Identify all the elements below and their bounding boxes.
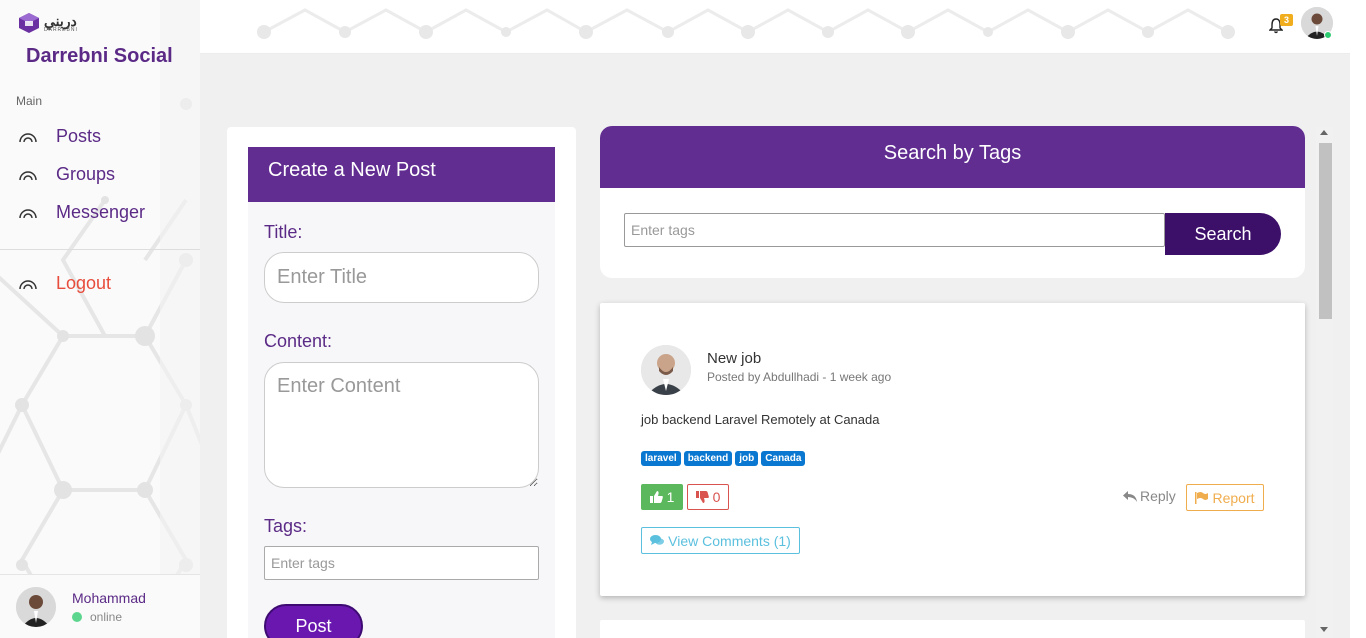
avatar[interactable] [641,345,691,395]
scrollbar-thumb[interactable] [1319,143,1332,319]
sidebar-item-messenger[interactable]: Messenger [18,202,145,223]
dislike-button[interactable]: 0 [687,484,729,510]
create-post-card: Create a New Post Title: Content: Tags: … [227,127,576,638]
post-meta: Posted by Abdullhadi - 1 week ago [707,370,892,384]
user-name: Mohammad [72,590,146,606]
window-edge [1350,0,1366,638]
online-status-dot [72,612,82,622]
post-tags: laravel backend job Canada [641,451,806,466]
avatar[interactable] [16,587,56,627]
person-avatar-icon [16,587,56,627]
wifi-arc-icon [19,208,37,218]
title-input[interactable] [264,252,539,303]
tag-badge[interactable]: Canada [761,451,806,466]
search-button[interactable]: Search [1165,213,1281,255]
post-title[interactable]: New job [707,350,761,367]
view-comments-label: View Comments (1) [668,532,791,549]
top-navbar: 3 [200,0,1366,54]
post-content: job backend Laravel Remotely at Canada [641,412,880,427]
user-status: online [72,610,122,624]
post-card: New job Posted by Abdullhadi - 1 week ag… [600,303,1305,596]
wifi-arc-icon [19,279,37,289]
content-textarea[interactable] [264,362,539,488]
scroll-up-arrow-icon[interactable] [1320,130,1328,135]
brand-title[interactable]: Darrebni Social [26,45,173,68]
report-label: Report [1212,489,1255,506]
online-status-dot [1324,31,1332,39]
search-header: Search by Tags [600,126,1305,188]
create-post-header: Create a New Post [248,147,555,202]
dislike-count: 0 [712,489,721,505]
notification-badge: 3 [1280,14,1293,26]
logout-label: Logout [56,273,112,293]
thumbs-up-icon [649,491,663,503]
logo-arabic-text: دربني [44,12,77,29]
report-button[interactable]: Report [1186,484,1264,511]
title-label: Title: [264,222,303,242]
like-button[interactable]: 1 [641,484,683,510]
sidebar-user-panel: Mohammad online [0,574,200,638]
sidebar-item-logout[interactable]: Logout [18,273,111,294]
tag-badge[interactable]: job [735,451,759,466]
flag-icon [1195,491,1209,504]
content-label: Content: [264,331,333,351]
comments-icon [650,535,665,545]
user-status-text: online [90,610,123,624]
tags-input[interactable] [264,546,539,580]
thumbs-down-icon [695,491,709,503]
wifi-arc-icon [19,170,37,180]
logo-english-text: DARREBNI [44,26,78,33]
reply-button[interactable]: Reply [1123,488,1176,504]
reply-arrow-icon [1123,490,1137,502]
sidebar-item-label: Groups [56,164,116,184]
sidebar: دربني DARREBNI Darrebni Social Main Post… [0,0,200,638]
sidebar-item-label: Posts [56,126,102,146]
post-submit-button[interactable]: Post [264,604,363,638]
sidebar-item-posts[interactable]: Posts [18,126,101,147]
like-count: 1 [666,489,675,505]
view-comments-button[interactable]: View Comments (1) [641,527,800,554]
tags-label: Tags: [264,516,308,536]
person-avatar-icon [641,345,691,395]
tag-badge[interactable]: backend [683,451,733,466]
logo-cube-icon [19,13,39,33]
reply-label: Reply [1140,488,1176,504]
sidebar-item-groups[interactable]: Groups [18,164,115,185]
wifi-arc-icon [19,132,37,142]
sidebar-divider [0,249,200,250]
scroll-down-arrow-icon[interactable] [1320,627,1328,632]
search-by-tags-card: Search by Tags Search [600,126,1305,278]
search-tags-input[interactable] [624,213,1165,247]
section-label-main: Main [16,94,43,108]
create-post-form: Title: Content: Tags: Post [248,202,555,638]
hexagon-pattern-background [257,8,1235,39]
logo: دربني DARREBNI [18,12,78,34]
next-post-card [600,620,1305,638]
tag-badge[interactable]: laravel [641,451,681,466]
sidebar-item-label: Messenger [56,202,146,222]
